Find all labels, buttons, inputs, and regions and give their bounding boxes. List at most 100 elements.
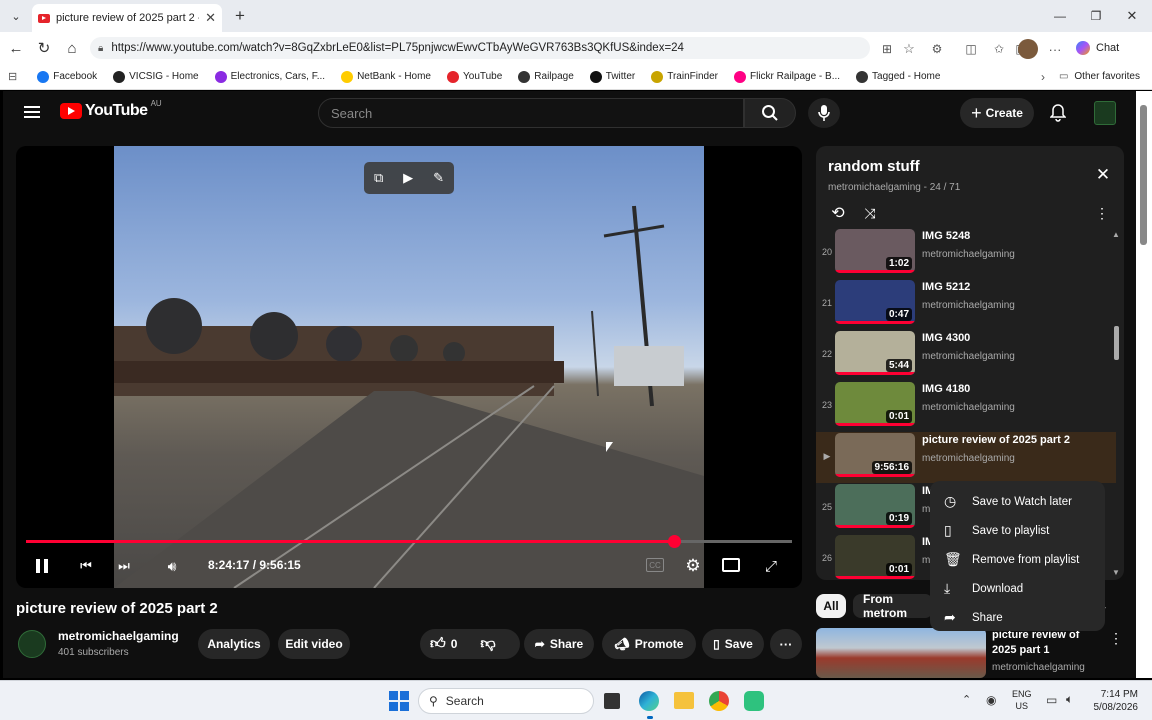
favorites-icon[interactable]: ✩ [990, 40, 1008, 58]
refresh-icon[interactable]: ↻ [30, 34, 58, 62]
profile-avatar[interactable] [1018, 39, 1038, 59]
task-view-icon[interactable] [604, 693, 620, 709]
app-icon[interactable] [744, 691, 764, 711]
menu-save-to-playlist[interactable]: ▯ Save to playlist [930, 516, 1105, 545]
bookmark-item[interactable]: VICSIG - Home [113, 70, 199, 83]
language-indicator[interactable]: ENG US [1012, 688, 1032, 712]
chevron-right-icon[interactable]: › [1041, 70, 1045, 84]
playlist-item[interactable]: 22 5:44 IMG 4300 metromichaelgaming [816, 330, 1116, 381]
extensions-icon[interactable]: ⚙ [928, 40, 946, 58]
chrome-icon[interactable] [709, 691, 729, 711]
notifications-button[interactable] [1048, 103, 1068, 123]
taskbar-search[interactable]: ⚲ Search [418, 688, 594, 714]
file-explorer-icon[interactable] [674, 692, 694, 709]
chip-all[interactable]: All [816, 594, 846, 618]
network-icon[interactable]: ▭ [1046, 693, 1057, 707]
playlist-item[interactable]: 20 1:02 IMG 5248 metromichaelgaming [816, 228, 1116, 279]
youtube-logo[interactable]: YouTube AU [60, 99, 162, 120]
start-button-icon[interactable] [389, 691, 409, 711]
playlist-item[interactable]: 21 0:47 IMG 5212 metromichaelgaming [816, 279, 1116, 330]
menu-share[interactable]: ➦ Share [930, 603, 1105, 632]
edge-icon[interactable] [639, 691, 659, 711]
pip-icon[interactable]: ⧉ [374, 170, 383, 186]
search-button[interactable] [744, 98, 796, 128]
analytics-button[interactable]: Analytics [198, 629, 270, 659]
progress-handle[interactable] [668, 535, 682, 548]
more-actions-icon[interactable]: ··· [770, 629, 802, 659]
volume-button[interactable]: 🔊︎ [162, 556, 182, 576]
bookmark-item[interactable]: Twitter [589, 70, 635, 83]
dislike-icon[interactable]: 👎︎ [480, 635, 495, 653]
playlist-item[interactable]: 23 0:01 IMG 4180 metromichaelgaming [816, 381, 1116, 432]
browser-tab[interactable]: picture review of 2025 part 2 - You ✕ [32, 4, 222, 32]
pause-button[interactable] [32, 556, 52, 576]
recommended-more-icon[interactable]: ⋮ [1109, 630, 1123, 646]
more-menu-icon[interactable]: ··· [1046, 40, 1064, 58]
playlist-thumbnail[interactable]: 0:01 [835, 382, 915, 426]
playlist-thumbnail[interactable]: 0:19 [835, 484, 915, 528]
progress-bar[interactable] [26, 535, 792, 548]
channel-avatar[interactable] [18, 630, 46, 658]
like-icon[interactable]: 👍︎ [430, 635, 446, 653]
playlist-scrollbar[interactable] [1114, 326, 1119, 360]
share-button[interactable]: ➦ Share [524, 629, 594, 659]
playlist-thumbnail[interactable]: 0:01 [835, 535, 915, 579]
theater-mode-icon[interactable] [722, 558, 740, 572]
back-icon[interactable]: ← [2, 34, 30, 62]
close-tab-icon[interactable]: ✕ [205, 10, 216, 26]
recommended-title[interactable]: picture review of 2025 part 1 [992, 628, 1104, 658]
playlist-item[interactable]: ▶ 9:56:16 picture review of 2025 part 2 met… [816, 432, 1116, 483]
close-playlist-icon[interactable]: ✕ [1094, 165, 1112, 184]
bookmark-menu-icon[interactable]: ⊟ [8, 70, 17, 83]
tab-list-icon[interactable]: ⌄ [6, 7, 26, 25]
new-tab-icon[interactable]: + [230, 6, 250, 26]
copilot-chat-button[interactable]: Chat [1076, 38, 1138, 58]
previous-button[interactable]: ⏮︎ [76, 556, 96, 576]
promote-button[interactable]: 📣︎ Promote [602, 629, 696, 659]
scroll-down-icon[interactable]: ▼ [1112, 568, 1120, 577]
bookmark-item[interactable]: YouTube [447, 70, 502, 83]
other-favorites[interactable]: Other favorites [1074, 71, 1140, 82]
edit-video-button[interactable]: Edit video [278, 629, 350, 659]
close-window-icon[interactable]: ✕ [1122, 6, 1142, 26]
playlist-thumbnail[interactable]: 5:44 [835, 331, 915, 375]
video-frame[interactable]: ⧉ ▶︎ ✎ [114, 146, 704, 588]
settings-gear-icon[interactable]: ⚙ [682, 555, 704, 577]
clock[interactable]: 7:14 PM 5/08/2026 [1090, 688, 1139, 714]
minimize-icon[interactable]: — [1050, 6, 1070, 26]
menu-remove-from-playlist[interactable]: 🗑︎ Remove from playlist [930, 545, 1105, 574]
home-icon[interactable]: ⌂ [58, 34, 86, 62]
bookmark-item[interactable]: Tagged - Home [856, 70, 940, 83]
media-control-icon[interactable]: ▶︎ [403, 170, 413, 186]
account-avatar[interactable] [1094, 101, 1116, 125]
fullscreen-icon[interactable]: ⤢ [760, 555, 782, 577]
url-field[interactable]: 🔒︎ https://www.youtube.com/watch?v=8GqZx… [90, 37, 870, 59]
bookmark-item[interactable]: Electronics, Cars, F... [214, 70, 325, 83]
loop-icon[interactable]: ⟲ [828, 203, 848, 223]
voice-search-button[interactable] [808, 98, 840, 128]
bookmark-item[interactable]: TrainFinder [651, 70, 718, 83]
hamburger-menu-icon[interactable] [24, 104, 40, 120]
bookmark-item[interactable]: Railpage [518, 70, 574, 83]
video-player[interactable]: ⧉ ▶︎ ✎ ⏮︎ ⏭︎ 🔊︎ 8:24:17 / 9:56:15 CC ⚙ ⤢ [16, 146, 802, 588]
bookmark-item[interactable]: NetBank - Home [341, 70, 431, 83]
scroll-up-icon[interactable]: ▲ [1112, 230, 1120, 239]
chip-from-channel[interactable]: From metrom [853, 594, 933, 618]
next-button[interactable]: ⏭︎ [114, 556, 134, 576]
playlist-more-icon[interactable]: ⋮ [1094, 203, 1110, 223]
bookmark-item[interactable]: Flickr Railpage - B... [734, 70, 840, 83]
page-scrollbar[interactable] [1136, 91, 1152, 678]
bookmark-item[interactable]: Facebook [37, 70, 97, 83]
tray-app-icon[interactable]: ◉ [986, 693, 996, 707]
playlist-thumbnail[interactable]: 9:56:16 [835, 433, 915, 477]
search-input[interactable]: Search [318, 98, 744, 128]
recommended-thumbnail[interactable] [816, 628, 986, 678]
playlist-title[interactable]: random stuff [828, 158, 920, 175]
captions-icon[interactable]: CC [646, 558, 664, 572]
volume-tray-icon[interactable]: 🔈︎ [1066, 692, 1073, 707]
create-button[interactable]: + Create [960, 98, 1034, 128]
split-screen-icon[interactable]: ◫ [962, 40, 980, 58]
menu-save-watch-later[interactable]: ◷ Save to Watch later [930, 487, 1105, 516]
channel-name[interactable]: metromichaelgaming [58, 629, 179, 643]
favorite-star-icon[interactable]: ☆ [900, 40, 918, 58]
